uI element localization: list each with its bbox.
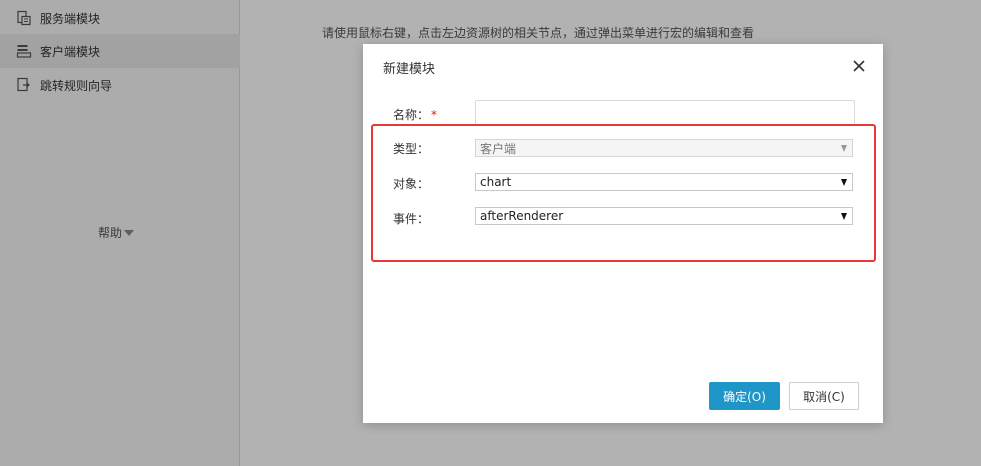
name-label: 名称： * — [393, 108, 438, 122]
dropdown-arrow-icon — [841, 145, 847, 152]
close-icon — [853, 60, 865, 72]
ok-button[interactable]: 确定(O) — [709, 382, 780, 410]
event-select[interactable]: afterRenderer — [475, 207, 853, 225]
dialog-title: 新建模块 — [383, 62, 436, 77]
close-button[interactable] — [851, 58, 867, 74]
name-input[interactable] — [475, 100, 855, 126]
dropdown-arrow-icon — [841, 179, 847, 186]
cancel-button[interactable]: 取消(C) — [789, 382, 859, 410]
new-module-dialog: 新建模块 名称： * 类型： 客户端 对象： chart 事件： afterRen… — [363, 44, 883, 423]
object-select-value: chart — [480, 175, 512, 189]
object-select[interactable]: chart — [475, 173, 853, 191]
required-mark: * — [431, 108, 438, 122]
dropdown-arrow-icon — [841, 213, 847, 220]
type-select-value: 客户端 — [480, 141, 517, 156]
type-select: 客户端 — [475, 139, 853, 157]
event-label: 事件： — [393, 212, 430, 226]
event-select-value: afterRenderer — [480, 209, 564, 223]
object-label: 对象： — [393, 177, 430, 191]
type-label: 类型： — [393, 142, 430, 156]
